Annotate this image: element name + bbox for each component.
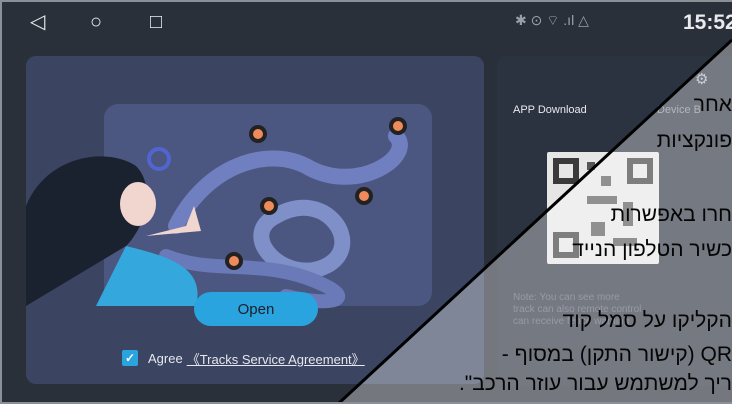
screen: ◁ ○ □ ✱ ⊙ ⌔ .ıl △ 15:52 Open ✓ Agree 《Tr… <box>0 0 732 404</box>
location-pin-icon <box>249 125 267 143</box>
open-button[interactable]: Open <box>194 292 318 326</box>
overlay-text: כשיר הטלפון הנייד <box>572 238 732 261</box>
clock: 15:52 <box>683 11 732 34</box>
home-icon[interactable]: ○ <box>90 12 102 32</box>
agreement-link[interactable]: 《Tracks Service Agreement》 <box>187 349 365 368</box>
location-pin-icon <box>225 252 243 270</box>
location-pin-icon <box>355 187 373 205</box>
overlay-text: ריך למשתמש עבור עוזר הרכב". <box>458 372 732 395</box>
status-bar: ◁ ○ □ ✱ ⊙ ⌔ .ıl △ 15:52 <box>0 0 732 46</box>
agree-label: Agree <box>148 350 183 366</box>
overlay-text: אחר <box>693 93 732 116</box>
tab-app-download[interactable]: APP Download <box>513 104 587 116</box>
overlay-text: פונקציות <box>656 129 732 152</box>
overlay-text: QR (קישור התקן) במסוף - <box>501 343 732 366</box>
recents-icon[interactable]: □ <box>150 12 162 32</box>
back-icon[interactable]: ◁ <box>30 12 45 32</box>
agree-checkbox[interactable]: ✓ <box>122 350 138 366</box>
location-pin-icon <box>260 197 278 215</box>
agreement-row: ✓ Agree 《Tracks Service Agreement》 <box>122 348 365 368</box>
status-icons: ✱ ⊙ ⌔ .ıl △ <box>515 12 589 28</box>
location-pin-icon <box>389 117 407 135</box>
overlay-text: חרו באפשרות <box>610 203 732 226</box>
overlay-text: הקליקו על סמל קוד <box>562 309 732 332</box>
